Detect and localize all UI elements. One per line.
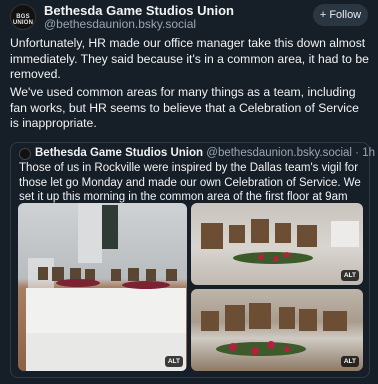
photo-memorial-wide-scene	[26, 203, 186, 371]
quote-separator: ·	[351, 147, 363, 159]
quoted-post[interactable]: Bethesda Game Studios Union @bethesdauni…	[10, 142, 375, 378]
alt-badge[interactable]: ALT	[164, 356, 183, 367]
follow-button[interactable]: + Follow	[313, 4, 368, 26]
alt-badge[interactable]: ALT	[340, 270, 359, 281]
post-paragraph-2: We've used common areas for many things …	[10, 85, 359, 130]
author-avatar[interactable]: BGS UNION	[10, 4, 36, 30]
photo-memorial-closeup-scene	[201, 303, 347, 356]
quote-avatar[interactable]	[19, 148, 31, 160]
alt-badge[interactable]: ALT	[340, 356, 359, 367]
union-logo-icon: BGS UNION	[12, 14, 34, 26]
author-handle[interactable]: @bethesdaunion.bsky.social	[44, 17, 196, 31]
post-paragraph-1: Unfortunately, HR made our office manage…	[10, 36, 369, 81]
photo-memorial-frames[interactable]: ALT	[191, 203, 363, 285]
photo-memorial-closeup[interactable]: ALT	[191, 289, 363, 371]
quote-author-handle: @bethesdaunion.bsky.social	[206, 147, 352, 159]
quote-header: Bethesda Game Studios Union @bethesdauni…	[35, 147, 375, 159]
quote-age: 1h	[362, 147, 376, 159]
author-name[interactable]: Bethesda Game Studios Union	[44, 3, 234, 18]
post-card: BGS UNION Bethesda Game Studios Union @b…	[0, 0, 378, 384]
photo-memorial-frames-scene	[201, 219, 359, 264]
photo-memorial-wide[interactable]: ALT	[18, 203, 187, 371]
quote-author-name: Bethesda Game Studios Union	[35, 147, 204, 159]
